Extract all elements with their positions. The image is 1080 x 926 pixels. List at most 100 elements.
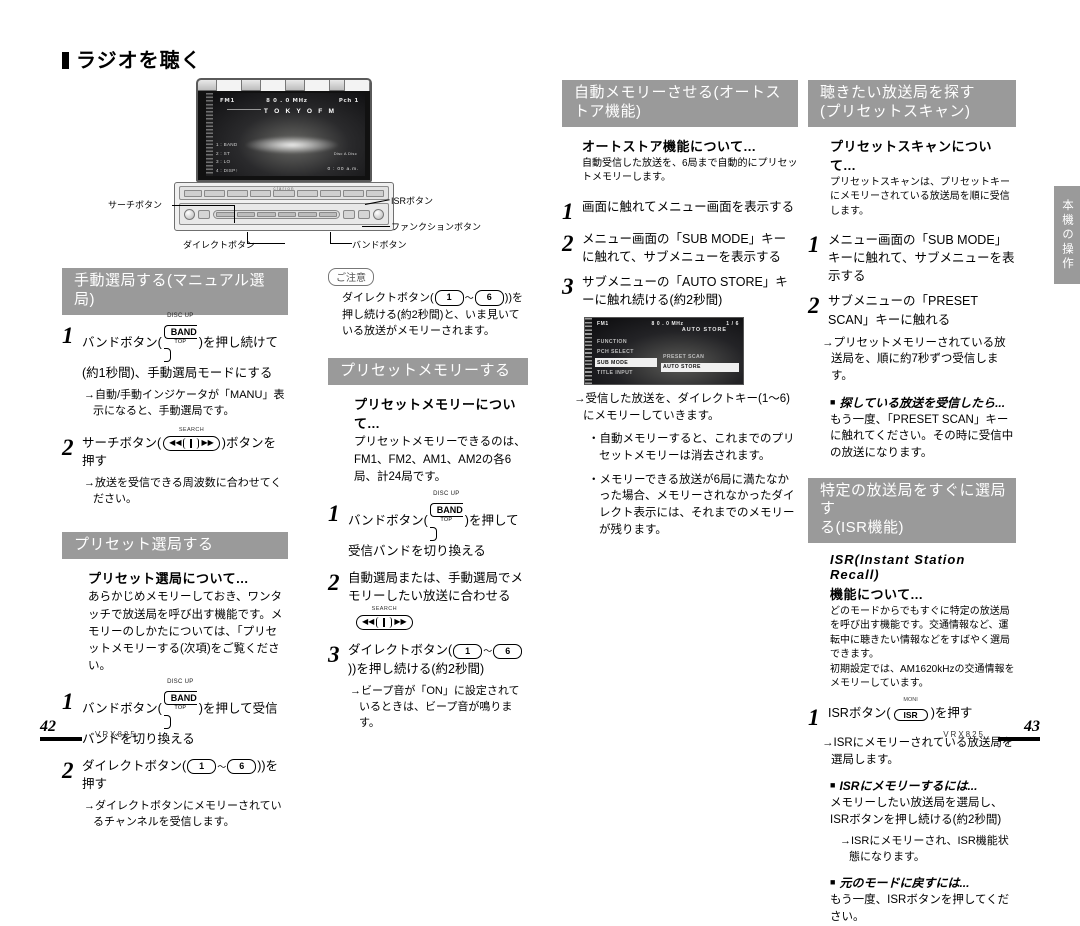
lcd-disc-label: Disc A Disc — [333, 151, 357, 156]
lcd-status-row: FM1 8 0 . 0 MHz Pch 1 — [220, 98, 359, 104]
lcd-right-menu: PRESET SCAN AUTO STORE — [661, 337, 739, 373]
step-number: 1 — [328, 501, 340, 526]
preset-scan-subheading: ■ 探している放送を受信したら... — [830, 395, 1006, 410]
step-text: バンドボタン(DISC UP BAND TOP)を押して受信バンドを切り換える — [348, 491, 519, 559]
isr-subbody-1: メモリーしたい放送局を選局し、ISRボタンを押し続ける(約2秒間) — [830, 797, 1003, 826]
step-note: →自動/手動インジケータが「MANU」表示になると、手動選局です。 — [84, 388, 285, 417]
page-title: ラジオを聴く — [62, 44, 202, 73]
about-title: プリセットスキャンについて... — [830, 138, 993, 173]
step-text: バンドボタン(DISC UP BAND TOP)を押し続けて(約1秒間)、手動選局モ… — [82, 312, 278, 380]
about-body: プリセットスキャンは、プリセットキーにメモリーされている放送局を順に受信します。 — [830, 176, 1010, 217]
isr-subnote-1: →ISRにメモリーされ、ISR機能状態になります。 — [840, 834, 1009, 863]
search-button-glyph[interactable]: SEARCH ◀◀ ▶▶ — [356, 606, 413, 630]
isr-subheading-2: ■ 元のモードに戻すには... — [830, 876, 970, 891]
direct-button-1-glyph[interactable]: 1 — [187, 758, 217, 774]
lcd-glow — [244, 136, 340, 155]
step-number: 2 — [62, 434, 74, 460]
step-number: 2 — [562, 230, 574, 256]
section-heading-preset-scan: 聴きたい放送局を探す (プリセットスキャン) — [808, 80, 1016, 127]
model-name-left: VRX825 — [95, 730, 137, 739]
about-isr: ISR(Instant Station Recall) 機能について... どの… — [830, 552, 1016, 692]
device-illustration: FM1 8 0 . 0 MHz Pch 1 T O K Y O F M 1 : … — [174, 78, 394, 231]
manual-page-spread: ラジオを聴く FM1 8 0 . 0 MHz Pch 1 T O K Y O F… — [0, 0, 1080, 923]
step-number: 1 — [562, 198, 574, 224]
section-heading-isr: 特定の放送局をすぐに選局す る(ISR機能) — [808, 477, 1016, 543]
band-button-glyph[interactable]: DISC UP BAND TOP — [163, 679, 197, 730]
caution-text: ダイレクトボタン(1 ～ 6))を押し続ける(約2秒間)と、いま見いている放送がメモ… — [342, 290, 524, 337]
step-item: 2 自動選局または、手動選局でメモリーしたい放送に合わせる — [328, 569, 528, 605]
lcd-menu-item[interactable]: PCH SELECT — [595, 348, 657, 357]
section-heading-preset-memory: プリセットメモリーする — [328, 357, 528, 386]
about-title-line1: ISR(Instant Station Recall) — [830, 551, 966, 582]
lcd-preset: 1 / 6 — [726, 321, 739, 327]
page-number-left: 42 — [40, 718, 56, 735]
direct-button-6-glyph[interactable]: 6 — [227, 758, 257, 774]
lcd-menu-item[interactable]: TITLE INPUT — [595, 369, 657, 378]
step-number: 2 — [808, 293, 820, 319]
step-item: 2 サブメニューの「PRESET SCAN」キーに触れる — [808, 292, 1016, 328]
search-button-glyph[interactable]: SEARCH ◀◀ ▶▶ — [163, 427, 220, 451]
folio-rule — [998, 737, 1040, 741]
step-text: 自動選局または、手動選局でメモリーしたい放送に合わせる — [348, 571, 524, 604]
about-preset-scan: プリセットスキャンについて... プリセットスキャンは、プリセットキーにメモリー… — [830, 136, 1016, 220]
folio-right: 43 — [998, 718, 1040, 741]
about-body: 自動受信した放送を、6局まで自動的にプリセットメモリーします。 — [582, 157, 798, 184]
square-bullet-icon: ■ — [830, 396, 836, 407]
step-item: 1 メニュー画面の「SUB MODE」キーに触れて、サブメニューを表示する — [808, 231, 1016, 285]
isr-button-glyph[interactable]: MONI ISR — [893, 697, 928, 723]
isr-subbody-2: もう一度、ISRボタンを押してください。 — [830, 894, 1010, 924]
faceplate-key — [184, 189, 202, 197]
direct-button-6-glyph[interactable]: 6 — [493, 643, 523, 659]
leader-band — [330, 243, 352, 244]
direct-button-1-glyph[interactable]: 1 — [453, 643, 483, 659]
band-key-icon — [343, 209, 355, 219]
step-number: 1 — [808, 232, 820, 257]
step-number: 3 — [562, 273, 574, 299]
about-title: プリセットメモリーについて... — [354, 397, 517, 432]
lcd-station-name: T O K Y O F M — [206, 108, 357, 115]
band-button-glyph[interactable]: DISC UP BAND TOP — [163, 313, 197, 364]
lcd-frequency: 8 0 . 0 MHz — [651, 321, 684, 327]
leader-search — [172, 205, 234, 206]
direct-button-1-glyph[interactable]: 1 — [434, 290, 464, 306]
step-item: 3 サブメニューの「AUTO STORE」キーに触れ続ける(約2秒間) — [562, 273, 798, 309]
column-preset-scan: 聴きたい放送局を探す (プリセットスキャン) プリセットスキャンについて... … — [808, 80, 1016, 926]
lcd-menu-item[interactable]: FUNCTION — [595, 337, 657, 346]
lcd-menu-item-sub-mode[interactable]: SUB MODE — [595, 358, 657, 368]
step-note: →ダイレクトボタンにメモリーされているチャンネルを受信します。 — [84, 800, 282, 828]
lcd-menu-item-auto-store[interactable]: AUTO STORE — [661, 362, 739, 372]
direct-button-6-glyph[interactable]: 6 — [474, 290, 504, 306]
caution-tag: ご注意 — [328, 268, 374, 286]
column-middle: ご注意 ダイレクトボタン(1 ～ 6))を押し続ける(約2秒間)と、いま見いている放… — [328, 268, 528, 731]
square-bullet-icon: ■ — [830, 877, 836, 888]
isr-subheading-1: ■ ISRにメモリーするには... — [830, 779, 978, 794]
search-button-standalone[interactable]: SEARCH ◀◀ ▶▶ — [354, 606, 528, 631]
lcd-sidebar-stripe — [206, 93, 213, 176]
lcd-band: FM1 — [220, 98, 235, 104]
square-bullet-icon: ■ — [830, 780, 836, 791]
callout-direct-button: ダイレクトボタン — [183, 240, 256, 250]
lcd-menu-item-preset-scan[interactable]: PRESET SCAN — [661, 352, 739, 361]
lcd-band: FM1 — [597, 321, 609, 327]
lcd-preset: Pch 1 — [338, 98, 359, 104]
about-preset-memory: プリセットメモリーについて... プリセットメモリーできるのは、FM1、FM2、… — [354, 394, 528, 486]
step-item: 2 サーチボタン(SEARCH ◀◀ ▶▶)ボタンを押す — [62, 427, 288, 470]
step-number: 2 — [62, 757, 74, 783]
page-number-right: 43 — [1024, 718, 1040, 735]
step-text: ISRボタン(MONI ISR)を押す — [828, 697, 1016, 723]
auto-store-lcd-screenshot: FM1 8 0 . 0 MHz 1 / 6 AUTO STORE FUNCTIO… — [584, 317, 744, 385]
lcd-frequency: 8 0 . 0 MHz — [266, 98, 308, 104]
about-title-line2: 機能について... — [830, 586, 923, 602]
section-heading-manual-tuning: 手動選局する(マニュアル選局) — [62, 268, 288, 315]
column-auto-store: 自動メモリーさせる(オートストア機能) オートストア機能について... 自動受信… — [562, 80, 798, 538]
step-item: 1 バンドボタン(DISC UP BAND TOP)を押して受信バンドを切り換える — [328, 491, 528, 560]
direct-key-group — [213, 209, 340, 219]
band-button-glyph[interactable]: DISC UP BAND TOP — [429, 491, 463, 542]
about-body: プリセットメモリーできるのは、FM1、FM2、AM1、AM2の各6局、計24局で… — [354, 436, 526, 483]
title-bar-icon — [62, 52, 69, 69]
step-text: メニュー画面の「SUB MODE」キーに触れて、サブメニューを表示する — [582, 231, 787, 264]
auto-store-bullet: ・メモリーできる放送が6局に満たなかった場合、メモリーされなかったダイレクト表示… — [588, 473, 795, 536]
model-name-right: VRX825 — [943, 730, 985, 739]
callout-search-button: サーチボタン — [108, 200, 163, 210]
about-auto-store: オートストア機能について... 自動受信した放送を、6局まで自動的にプリセットメ… — [582, 136, 798, 186]
